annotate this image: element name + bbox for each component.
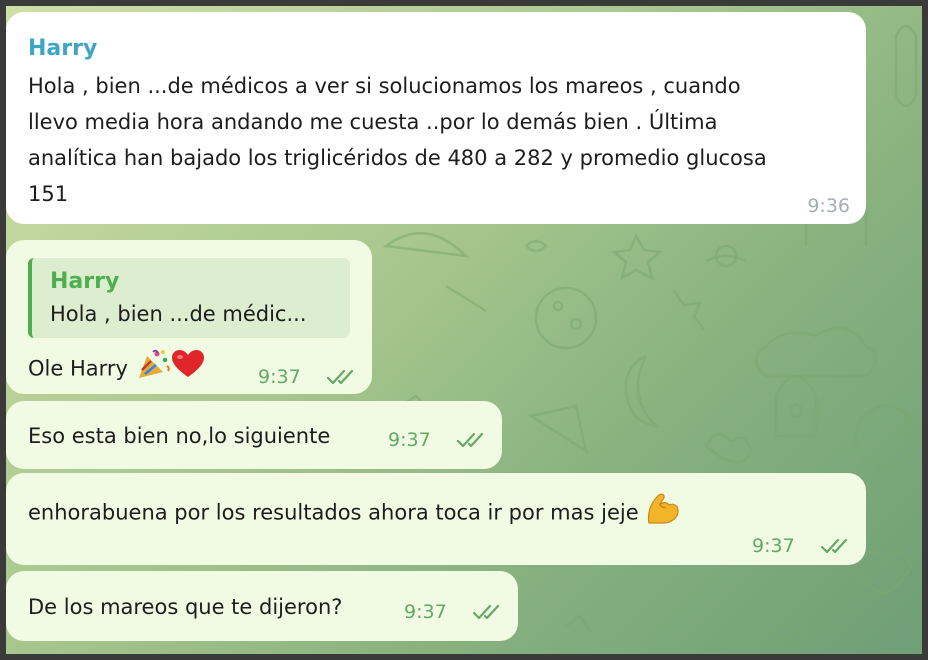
outgoing-message-bubble[interactable]: Harry Hola , bien ...de médic... Ole Har… bbox=[6, 240, 372, 394]
outgoing-message-bubble[interactable]: Eso esta bien no,lo siguiente 9:37 bbox=[6, 401, 502, 469]
message-text-content: enhorabuena por los resultados ahora toc… bbox=[28, 500, 639, 525]
reply-snippet: Hola , bien ...de médic... bbox=[50, 302, 307, 326]
reply-sender-name: Harry bbox=[50, 269, 120, 294]
flexed-biceps-icon bbox=[645, 491, 681, 536]
message-line: llevo media hora andando me cuesta ..por… bbox=[28, 110, 718, 134]
message-text: Eso esta bien no,lo siguiente bbox=[28, 424, 331, 448]
incoming-message-bubble[interactable]: Harry Hola , bien ...de médicos a ver si… bbox=[6, 12, 866, 224]
message-text: De los mareos que te dijeron? bbox=[28, 595, 343, 619]
message-line: analítica han bajado los triglicéridos d… bbox=[28, 146, 767, 170]
message-timestamp: 9:37 bbox=[388, 429, 431, 451]
red-heart-icon bbox=[171, 349, 205, 390]
chat-view: Harry Hola , bien ...de médicos a ver si… bbox=[6, 6, 922, 654]
double-check-icon bbox=[472, 604, 500, 620]
message-line: 151 bbox=[28, 182, 69, 206]
message-timestamp: 9:37 bbox=[404, 601, 447, 623]
message-text: Ole Harry bbox=[28, 348, 205, 391]
message-timestamp: 9:37 bbox=[752, 535, 795, 557]
double-check-icon bbox=[820, 538, 848, 554]
reply-quote[interactable]: Harry Hola , bien ...de médic... bbox=[28, 258, 350, 338]
message-text: enhorabuena por los resultados ahora toc… bbox=[28, 491, 681, 536]
message-text: Hola , bien ...de médicos a ver si soluc… bbox=[28, 68, 767, 212]
sender-name[interactable]: Harry bbox=[28, 36, 97, 61]
outgoing-message-bubble[interactable]: enhorabuena por los resultados ahora toc… bbox=[6, 473, 866, 565]
party-popper-icon bbox=[135, 348, 171, 391]
double-check-icon bbox=[456, 432, 484, 448]
message-timestamp: 9:37 bbox=[258, 366, 301, 388]
double-check-icon bbox=[326, 369, 354, 385]
message-text-content: Ole Harry bbox=[28, 356, 128, 381]
message-timestamp: 9:36 bbox=[807, 195, 850, 217]
outgoing-message-bubble[interactable]: De los mareos que te dijeron? 9:37 bbox=[6, 571, 518, 641]
message-line: Hola , bien ...de médicos a ver si soluc… bbox=[28, 74, 741, 98]
